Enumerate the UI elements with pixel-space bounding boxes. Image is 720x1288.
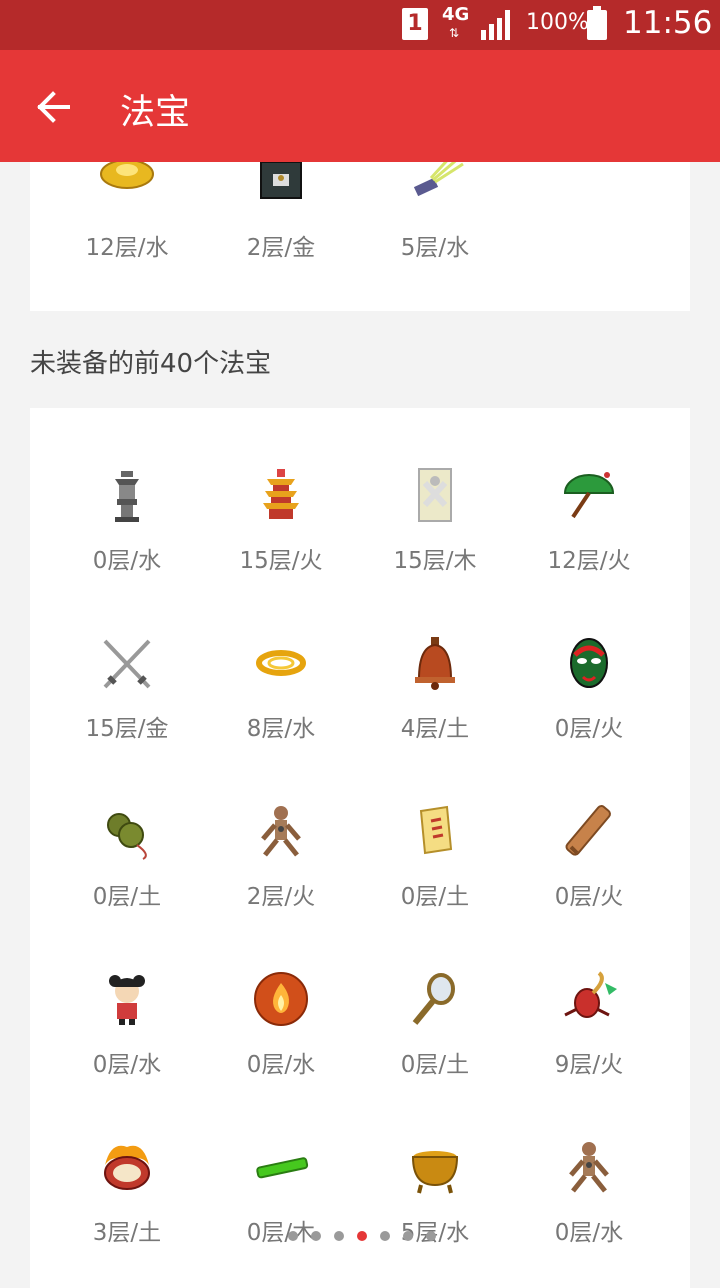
scroll-icon	[419, 805, 453, 855]
doll-icon	[109, 975, 145, 1025]
page-indicator	[288, 1226, 449, 1242]
treasure-label: 8层/水	[246, 716, 316, 742]
treasure-label: 2层/火	[246, 884, 316, 910]
treasure-label: 0层/火	[554, 716, 624, 742]
signal-icon	[481, 10, 510, 40]
treasure-label: 4层/土	[400, 716, 470, 742]
treasure-item[interactable]: 15层/金	[50, 633, 204, 783]
pagoda-icon	[263, 469, 299, 519]
talisman-icon	[418, 468, 452, 522]
treasure-label: 0层/土	[92, 884, 162, 910]
treasure-label: 9层/火	[554, 1052, 624, 1078]
treasure-item[interactable]: 0层/水	[512, 1137, 666, 1287]
unequipped-card: 0层/水 15层/火 15层/木 12层/火 15层/金 8层/水 4层/土 0层/火 0层/土…	[30, 408, 690, 1288]
treasure-item[interactable]: 0层/火	[512, 801, 666, 951]
treasure-item[interactable]: 0层/水	[204, 969, 358, 1119]
golden-rope-icon	[256, 650, 306, 676]
bamboo-scroll-icon	[565, 805, 611, 856]
treasure-item[interactable]: 2层/火	[204, 801, 358, 951]
treasure-label: 2层/金	[246, 235, 316, 261]
page-dot[interactable]	[426, 1231, 436, 1241]
treasure-item[interactable]: 0层/木	[204, 1137, 358, 1287]
battery-icon	[587, 6, 607, 40]
data-activity-icon: ⇅	[449, 26, 460, 40]
arrow-left-icon[interactable]	[28, 82, 80, 132]
page-dot[interactable]	[403, 1231, 413, 1241]
treasure-item[interactable]: 0层/土	[358, 801, 512, 951]
jade-bar-icon	[256, 1157, 309, 1179]
treasure-item[interactable]: 3层/土	[50, 1137, 204, 1287]
equipped-card: 12层/水 2层/金 5层/水	[30, 150, 690, 311]
page-dot[interactable]	[380, 1231, 390, 1241]
treasure-item[interactable]: 15层/火	[204, 465, 358, 615]
treasure-item[interactable]: 0层/水	[50, 465, 204, 615]
treasure-label: 0层/火	[554, 884, 624, 910]
wooden-figure-icon	[569, 1142, 609, 1193]
treasure-label: 15层/木	[393, 548, 477, 574]
app-bar: 法宝	[0, 50, 720, 162]
treasure-item[interactable]: 4层/土	[358, 633, 512, 783]
fire-orb-icon	[254, 972, 308, 1026]
treasure-item[interactable]: 0层/火	[512, 633, 666, 783]
treasure-label: 0层/水	[92, 548, 162, 574]
treasure-label: 0层/水	[554, 1220, 624, 1246]
treasure-label: 5层/水	[400, 235, 470, 261]
gourd-icon	[107, 813, 147, 860]
crossed-swords-icon	[103, 639, 151, 689]
page-dot-active[interactable]	[357, 1231, 367, 1241]
bronze-bell-icon	[415, 637, 455, 690]
flaming-drum-icon	[104, 1145, 150, 1190]
treasure-item[interactable]: 5层/水	[358, 152, 512, 302]
stone-lantern-icon	[115, 471, 139, 522]
treasure-item[interactable]: 12层/水	[50, 152, 204, 302]
wooden-figure-icon	[261, 806, 301, 857]
treasure-label: 0层/水	[92, 1052, 162, 1078]
treasure-item[interactable]: 9层/火	[512, 969, 666, 1119]
treasure-label: 15层/金	[85, 716, 169, 742]
network-type: 4G	[442, 4, 470, 25]
opera-mask-icon	[570, 638, 608, 688]
green-umbrella-icon	[563, 472, 615, 519]
treasure-item[interactable]: 12层/火	[512, 465, 666, 615]
hand-mirror-icon	[412, 973, 455, 1025]
treasure-item[interactable]: 0层/土	[50, 801, 204, 951]
treasure-label: 3层/土	[92, 1220, 162, 1246]
treasure-item[interactable]: 8层/水	[204, 633, 358, 783]
clock: 11:56	[623, 5, 713, 41]
treasure-item[interactable]: 5层/水	[358, 1137, 512, 1287]
battery-percent: 100%	[526, 10, 589, 35]
page-dot[interactable]	[334, 1231, 344, 1241]
section-title: 未装备的前40个法宝	[30, 349, 272, 379]
gold-cauldron-icon	[411, 1151, 459, 1194]
treasure-item[interactable]: 0层/水	[50, 969, 204, 1119]
sim-card-icon: 1	[402, 8, 428, 40]
treasure-item[interactable]: 15层/木	[358, 465, 512, 615]
treasure-label: 15层/火	[239, 548, 323, 574]
treasure-label: 0层/水	[246, 1052, 316, 1078]
treasure-item[interactable]: 2层/金	[204, 152, 358, 302]
treasure-label: 0层/土	[400, 884, 470, 910]
status-bar: 1 4G ⇅ 100% 11:56	[0, 0, 720, 50]
scorpion-icon	[564, 971, 617, 1018]
treasure-label: 12层/水	[85, 235, 169, 261]
page-title: 法宝	[120, 93, 191, 133]
treasure-label: 0层/土	[400, 1052, 470, 1078]
treasure-label: 12层/火	[547, 548, 631, 574]
page-dot[interactable]	[311, 1231, 321, 1241]
treasure-item[interactable]: 0层/土	[358, 969, 512, 1119]
page-dot[interactable]	[288, 1231, 298, 1241]
